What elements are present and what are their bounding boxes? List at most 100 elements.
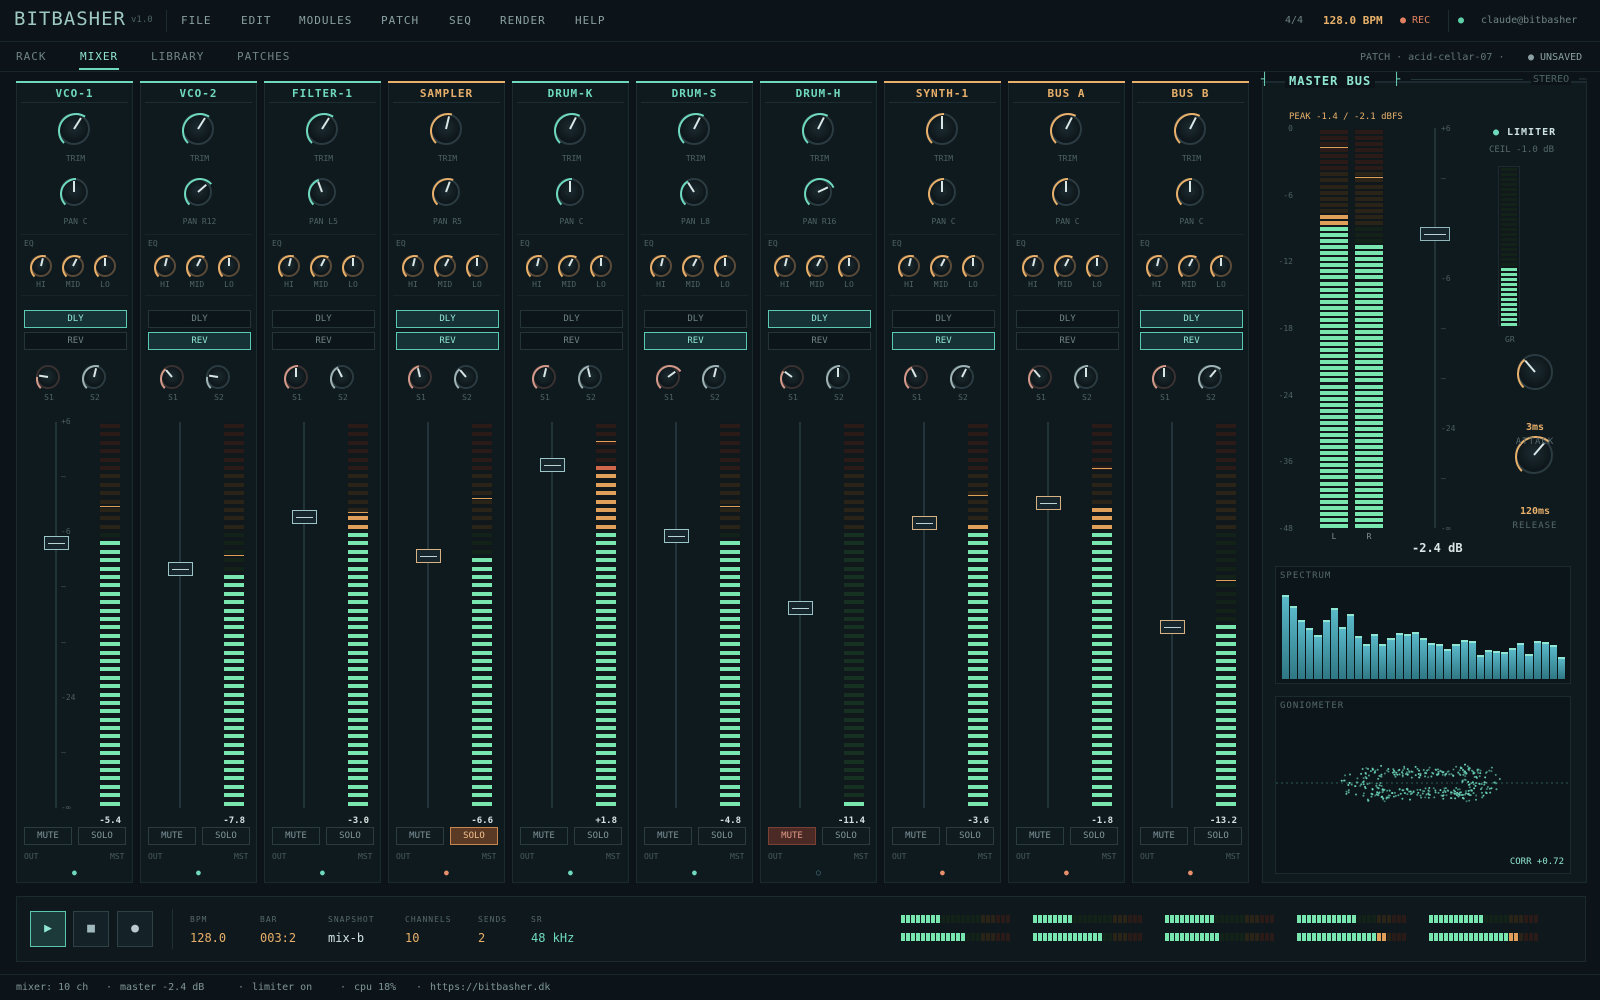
send2-knob[interactable] (950, 365, 974, 389)
eq-hi-knob[interactable] (526, 255, 548, 278)
delay-send-button[interactable]: DLY (148, 310, 251, 328)
channel-name[interactable]: DRUM-S (637, 87, 752, 100)
eq-lo-knob[interactable] (1210, 255, 1232, 278)
mute-button[interactable]: MUTE (892, 827, 940, 845)
route-master-label[interactable]: MST (1102, 852, 1116, 861)
route-out-label[interactable]: OUT (148, 852, 162, 861)
trim-knob[interactable] (1174, 113, 1206, 145)
eq-mid-knob[interactable] (310, 255, 332, 278)
solo-button[interactable]: SOLO (574, 827, 622, 845)
send1-knob[interactable] (1152, 365, 1176, 389)
play-button[interactable]: ▶ (30, 911, 66, 947)
eq-mid-knob[interactable] (1054, 255, 1076, 278)
eq-mid-knob[interactable] (930, 255, 952, 278)
trim-knob[interactable] (430, 113, 462, 145)
mute-button[interactable]: MUTE (24, 827, 72, 845)
menu-help[interactable]: HELP (575, 14, 606, 27)
trim-knob[interactable] (306, 113, 338, 145)
trim-knob[interactable] (182, 113, 214, 145)
mute-button[interactable]: MUTE (1140, 827, 1188, 845)
eq-hi-knob[interactable] (30, 255, 52, 278)
trim-knob[interactable] (926, 113, 958, 145)
record-indicator[interactable]: ● REC (1400, 15, 1430, 26)
mute-button[interactable]: MUTE (520, 827, 568, 845)
delay-send-button[interactable]: DLY (1140, 310, 1243, 328)
master-fader[interactable] (1420, 227, 1450, 242)
eq-mid-knob[interactable] (558, 255, 580, 278)
solo-button[interactable]: SOLO (202, 827, 250, 845)
tab-rack[interactable]: RACK (16, 50, 47, 63)
attack-knob[interactable] (1517, 354, 1553, 390)
eq-mid-knob[interactable] (434, 255, 456, 278)
eq-lo-knob[interactable] (466, 255, 488, 278)
solo-button[interactable]: SOLO (78, 827, 126, 845)
send1-knob[interactable] (36, 365, 60, 389)
pan-knob[interactable] (680, 178, 708, 206)
menu-file[interactable]: FILE (181, 14, 212, 27)
stereo-mode[interactable]: STEREO (1531, 74, 1572, 85)
mute-button[interactable]: MUTE (768, 827, 816, 845)
eq-hi-knob[interactable] (402, 255, 424, 278)
solo-button[interactable]: SOLO (1194, 827, 1242, 845)
eq-lo-knob[interactable] (590, 255, 612, 278)
delay-send-button[interactable]: DLY (1016, 310, 1119, 328)
transport-snapshot-value[interactable]: mix-b (328, 931, 364, 945)
menu-seq[interactable]: SEQ (449, 14, 472, 27)
pan-knob[interactable] (1052, 178, 1080, 206)
delay-send-button[interactable]: DLY (272, 310, 375, 328)
eq-hi-knob[interactable] (1022, 255, 1044, 278)
mute-button[interactable]: MUTE (148, 827, 196, 845)
pan-knob[interactable] (432, 178, 460, 206)
channel-fader[interactable] (540, 458, 565, 473)
reverb-send-button[interactable]: REV (148, 332, 251, 350)
mute-button[interactable]: MUTE (1016, 827, 1064, 845)
tab-mixer[interactable]: MIXER (80, 50, 118, 63)
solo-button[interactable]: SOLO (326, 827, 374, 845)
reverb-send-button[interactable]: REV (1016, 332, 1119, 350)
eq-lo-knob[interactable] (962, 255, 984, 278)
pan-knob[interactable] (60, 178, 88, 206)
eq-lo-knob[interactable] (342, 255, 364, 278)
channel-name[interactable]: VCO-2 (141, 87, 256, 100)
channel-name[interactable]: BUS B (1133, 87, 1248, 100)
route-out-label[interactable]: OUT (644, 852, 658, 861)
send1-knob[interactable] (160, 365, 184, 389)
send2-knob[interactable] (206, 365, 230, 389)
delay-send-button[interactable]: DLY (24, 310, 127, 328)
solo-button[interactable]: SOLO (450, 827, 498, 845)
menu-render[interactable]: RENDER (500, 14, 546, 27)
mute-button[interactable]: MUTE (644, 827, 692, 845)
tab-library[interactable]: LIBRARY (151, 50, 204, 63)
pan-knob[interactable] (804, 178, 835, 206)
pan-knob[interactable] (184, 178, 213, 206)
channel-fader[interactable] (1036, 496, 1061, 511)
route-master-label[interactable]: MST (110, 852, 124, 861)
stop-button[interactable]: ■ (73, 911, 109, 947)
channel-name[interactable]: BUS A (1009, 87, 1124, 100)
route-out-label[interactable]: OUT (768, 852, 782, 861)
mute-button[interactable]: MUTE (396, 827, 444, 845)
limiter-dot-icon[interactable]: ● (1493, 127, 1499, 138)
solo-button[interactable]: SOLO (1070, 827, 1118, 845)
user-account[interactable]: claude@bitbasher (1481, 15, 1577, 26)
delay-send-button[interactable]: DLY (396, 310, 499, 328)
channel-fader[interactable] (1160, 620, 1185, 635)
eq-hi-knob[interactable] (650, 255, 672, 278)
eq-hi-knob[interactable] (278, 255, 300, 278)
pan-knob[interactable] (556, 178, 584, 206)
delay-send-button[interactable]: DLY (644, 310, 747, 328)
eq-hi-knob[interactable] (898, 255, 920, 278)
menu-patch[interactable]: PATCH (381, 14, 419, 27)
menu-edit[interactable]: EDIT (241, 14, 272, 27)
route-out-label[interactable]: OUT (1140, 852, 1154, 861)
solo-button[interactable]: SOLO (698, 827, 746, 845)
reverb-send-button[interactable]: REV (892, 332, 995, 350)
send2-knob[interactable] (1074, 365, 1098, 389)
pan-knob[interactable] (928, 178, 956, 206)
send1-knob[interactable] (408, 365, 432, 389)
eq-mid-knob[interactable] (186, 255, 208, 278)
delay-send-button[interactable]: DLY (892, 310, 995, 328)
channel-name[interactable]: VCO-1 (17, 87, 132, 100)
send1-knob[interactable] (656, 365, 682, 389)
send2-knob[interactable] (330, 365, 354, 389)
